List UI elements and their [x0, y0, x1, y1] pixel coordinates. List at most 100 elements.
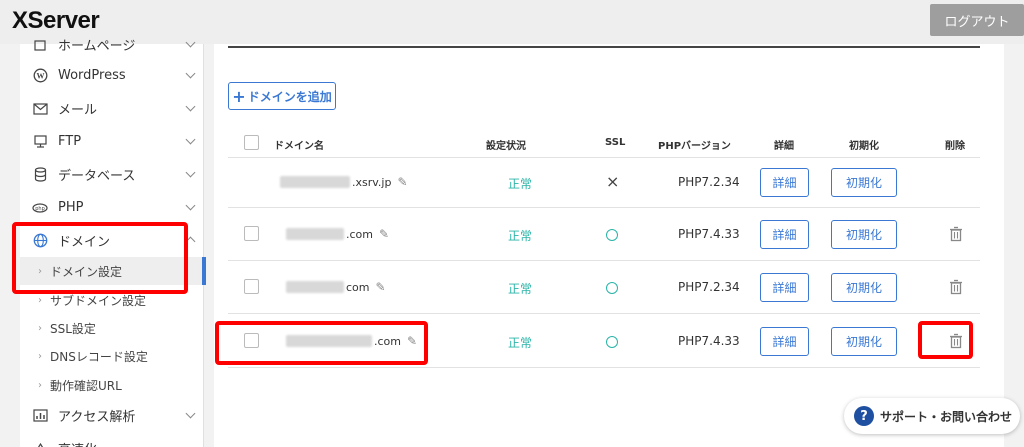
chevron-down-icon [185, 200, 196, 211]
php-version: PHP7.2.34 [678, 175, 740, 189]
ssl-enabled-mark [606, 336, 618, 348]
chevron-down-icon [185, 134, 196, 145]
redacted-text [280, 176, 350, 188]
status-text: 正常 [508, 336, 533, 350]
support-label: サポート・お問い合わせ [880, 409, 1013, 424]
init-button[interactable]: 初期化 [831, 220, 897, 249]
select-all-checkbox[interactable] [244, 135, 259, 150]
sidebar-item-wordpress[interactable]: W WordPress [20, 59, 204, 92]
sidebar-item-label: ホームページ [58, 39, 136, 54]
ssl-enabled-mark [606, 282, 618, 294]
chevron-down-icon [185, 408, 196, 419]
sidebar-item-label: PHP [58, 200, 84, 215]
domain-name: com ✎ [286, 280, 386, 294]
sidebar-item-label: データベース [58, 169, 136, 184]
table-row: .xsrv.jp ✎ 正常 × PHP7.2.34 詳細 初期化 [228, 158, 980, 208]
database-icon [32, 167, 48, 183]
sidebar-subitem-ssl-settings[interactable]: › SSL設定 [20, 314, 204, 342]
sidebar-item-ftp[interactable]: FTP [20, 125, 204, 158]
domain-suffix: .com [346, 227, 373, 241]
php-icon: php [32, 200, 48, 216]
column-status: 設定状況 [486, 141, 526, 152]
sidebar-item-label: アクセス解析 [58, 410, 136, 425]
speed-icon [32, 441, 48, 447]
ssl-enabled-mark [606, 229, 618, 241]
add-domain-button[interactable]: + ドメインを追加 [228, 82, 336, 110]
init-button[interactable]: 初期化 [831, 168, 897, 197]
highlight-box-delete [918, 321, 973, 359]
domain-suffix: com [346, 280, 370, 294]
table-header: ドメイン名 設定状況 SSL PHPバージョン 詳細 初期化 削除 [228, 128, 980, 158]
php-version: PHP7.4.33 [678, 227, 740, 241]
domain-suffix: .xsrv.jp [352, 175, 392, 189]
row-checkbox[interactable] [244, 279, 259, 294]
mail-icon [32, 101, 48, 117]
column-delete: 削除 [945, 141, 965, 152]
sidebar-item-label: WordPress [58, 68, 126, 83]
chevron-down-icon [185, 68, 196, 79]
chevron-right-icon: › [38, 350, 42, 362]
sidebar-subitem-test-url[interactable]: › 動作確認URL [20, 371, 204, 399]
sidebar-subitem-label: サブドメイン設定 [50, 293, 147, 308]
domain-settings-panel: + ドメインを追加 ドメイン名 設定状況 SSL PHPバージョン 詳細 初期化… [214, 44, 1004, 447]
sidebar-subitem-label: SSL設定 [50, 321, 96, 336]
details-button[interactable]: 詳細 [760, 273, 809, 302]
status-text: 正常 [508, 282, 533, 296]
support-button[interactable]: ? サポート・お問い合わせ [844, 398, 1020, 434]
sidebar-item-label: FTP [58, 134, 82, 149]
row-checkbox[interactable] [244, 226, 259, 241]
divider [228, 46, 980, 48]
sidebar-item-mail[interactable]: メール [20, 92, 204, 125]
sidebar-item-homepage[interactable]: ホームページ [20, 28, 204, 61]
table-row: .com ✎ 正常 PHP7.4.33 詳細 初期化 [228, 208, 980, 261]
home-icon [32, 37, 48, 53]
details-button[interactable]: 詳細 [760, 327, 809, 356]
redacted-text [286, 228, 344, 240]
php-version: PHP7.2.34 [678, 280, 740, 294]
sidebar-item-speed[interactable]: 高速化 [20, 432, 204, 447]
chart-icon [32, 408, 48, 424]
sidebar-subitem-dns-settings[interactable]: › DNSレコード設定 [20, 342, 204, 370]
column-details: 詳細 [774, 141, 794, 152]
column-init: 初期化 [849, 141, 879, 152]
sidebar-item-php[interactable]: php PHP [20, 191, 204, 224]
sidebar-item-database[interactable]: データベース [20, 158, 204, 191]
details-button[interactable]: 詳細 [760, 168, 809, 197]
status-text: 正常 [508, 177, 533, 191]
domain-name: .com ✎ [286, 227, 389, 241]
chevron-right-icon: › [38, 379, 42, 391]
column-ssl: SSL [605, 137, 626, 148]
redacted-text [286, 281, 344, 293]
init-button[interactable]: 初期化 [831, 327, 897, 356]
svg-text:php: php [35, 206, 45, 212]
plus-icon: + [232, 86, 246, 106]
pencil-icon[interactable]: ✎ [379, 227, 389, 241]
ftp-icon [32, 134, 48, 150]
sidebar-item-access-analysis[interactable]: アクセス解析 [20, 399, 204, 432]
sidebar-item-label: 高速化 [58, 439, 97, 447]
column-domain: ドメイン名 [274, 141, 324, 152]
domain-name: .xsrv.jp ✎ [280, 175, 408, 189]
svg-text:W: W [36, 72, 44, 81]
init-button[interactable]: 初期化 [831, 273, 897, 302]
chevron-right-icon: › [38, 294, 42, 306]
add-domain-label: ドメインを追加 [247, 89, 332, 104]
sidebar-subitem-label: 動作確認URL [50, 378, 122, 393]
pencil-icon[interactable]: ✎ [397, 175, 407, 189]
status-text: 正常 [508, 229, 533, 243]
chevron-down-icon [185, 101, 196, 112]
chevron-right-icon: › [38, 322, 42, 334]
sidebar-item-label: メール [58, 103, 98, 118]
pencil-icon[interactable]: ✎ [376, 280, 386, 294]
trash-icon[interactable] [948, 226, 964, 242]
trash-icon[interactable] [948, 279, 964, 295]
chevron-down-icon [185, 167, 196, 178]
highlight-box-domain-menu [12, 222, 188, 294]
sidebar-subitem-label: DNSレコード設定 [50, 349, 148, 364]
details-button[interactable]: 詳細 [760, 220, 809, 249]
chevron-down-icon [185, 37, 196, 48]
question-icon: ? [854, 406, 874, 426]
logout-button[interactable]: ログアウト [930, 4, 1024, 36]
wordpress-icon: W [32, 68, 48, 84]
ssl-disabled-mark: × [606, 172, 620, 191]
